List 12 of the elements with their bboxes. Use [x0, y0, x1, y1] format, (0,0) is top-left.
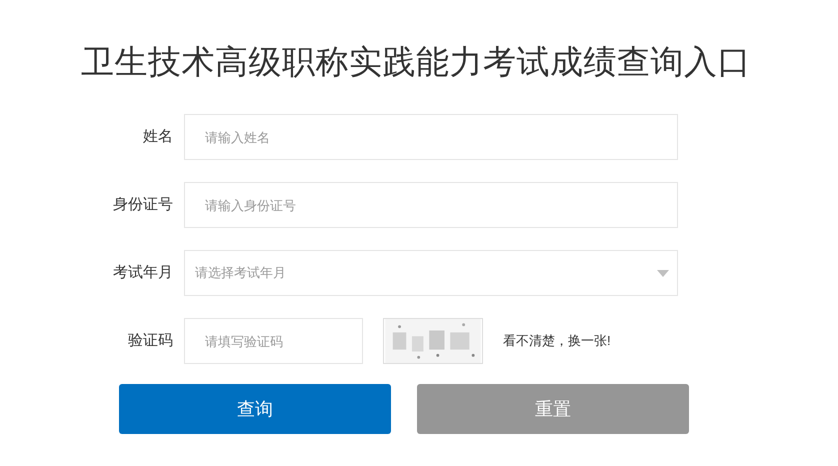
caret-icon	[657, 270, 669, 276]
input-field[interactable]: 请输入身份证号	[184, 182, 678, 228]
input-field[interactable]: 请填写验证码	[184, 318, 363, 364]
field-label: 姓名	[142, 126, 174, 147]
query-button[interactable]: 查询	[119, 384, 391, 434]
input-field[interactable]: 请输入姓名	[184, 114, 678, 160]
field-label: 验证码	[127, 330, 174, 351]
page-title: 卫生技术高级职称实践能力考试成绩查询入口	[80, 42, 752, 82]
select-field[interactable]: 请选择考试年月	[184, 250, 678, 296]
refresh-link[interactable]: 看不清楚，换一张!	[503, 331, 611, 351]
field-label: 考试年月	[112, 262, 174, 283]
field-label: 身份证号	[112, 194, 174, 215]
